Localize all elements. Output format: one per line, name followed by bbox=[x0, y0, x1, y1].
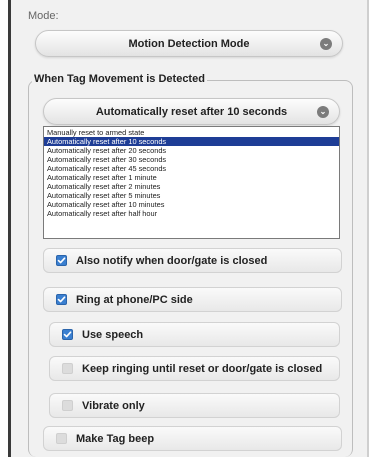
dropdown-option[interactable]: Automatically reset after 10 seconds bbox=[44, 137, 339, 146]
dropdown-option[interactable]: Automatically reset after 30 seconds bbox=[44, 155, 339, 164]
checkbox[interactable] bbox=[56, 433, 67, 444]
keep-ringing-checkbox-row[interactable]: Keep ringing until reset or door/gate is… bbox=[49, 356, 340, 381]
mode-label: Mode: bbox=[28, 10, 59, 22]
checkbox[interactable] bbox=[62, 400, 73, 411]
dropdown-option[interactable]: Automatically reset after 1 minute bbox=[44, 173, 339, 182]
ring-phone-label: Ring at phone/PC side bbox=[76, 293, 193, 306]
reset-options-dropdown[interactable]: Manually reset to armed state Automatical… bbox=[43, 126, 340, 239]
dropdown-option[interactable]: Automatically reset after half hour bbox=[44, 209, 339, 218]
dropdown-option[interactable]: Automatically reset after 2 minutes bbox=[44, 182, 339, 191]
mode-select-value: Motion Detection Mode bbox=[128, 37, 250, 50]
checkmark-icon bbox=[63, 331, 72, 338]
notify-closed-label: Also notify when door/gate is closed bbox=[76, 254, 268, 267]
tag-beep-checkbox-row[interactable]: Make Tag beep bbox=[43, 426, 342, 451]
chevron-down-icon: ⌄ bbox=[320, 37, 332, 50]
tag-movement-legend: When Tag Movement is Detected bbox=[32, 73, 207, 85]
use-speech-label: Use speech bbox=[82, 328, 144, 341]
vibrate-only-checkbox-row[interactable]: Vibrate only bbox=[49, 393, 340, 418]
mode-select[interactable]: Motion Detection Mode ⌄ bbox=[35, 30, 343, 57]
reset-mode-select-value: Automatically reset after 10 seconds bbox=[95, 105, 288, 118]
keep-ringing-label: Keep ringing until reset or door/gate is… bbox=[82, 362, 323, 375]
dropdown-option[interactable]: Manually reset to armed state bbox=[44, 128, 339, 137]
dropdown-option[interactable]: Automatically reset after 5 minutes bbox=[44, 191, 339, 200]
tag-beep-label: Make Tag beep bbox=[76, 432, 155, 445]
checkmark-icon bbox=[57, 296, 66, 303]
checkbox[interactable] bbox=[56, 294, 67, 305]
checkmark-icon bbox=[57, 257, 66, 264]
dropdown-option[interactable]: Automatically reset after 20 seconds bbox=[44, 146, 339, 155]
notify-closed-checkbox-row[interactable]: Also notify when door/gate is closed bbox=[43, 248, 342, 273]
dropdown-option[interactable]: Automatically reset after 45 seconds bbox=[44, 164, 339, 173]
checkbox[interactable] bbox=[62, 329, 73, 340]
vibrate-only-label: Vibrate only bbox=[82, 399, 145, 412]
reset-mode-select[interactable]: Automatically reset after 10 seconds ⌄ bbox=[43, 98, 340, 125]
dropdown-option[interactable]: Automatically reset after 10 minutes bbox=[44, 200, 339, 209]
chevron-down-icon: ⌄ bbox=[317, 105, 329, 118]
use-speech-checkbox-row[interactable]: Use speech bbox=[49, 322, 340, 347]
checkbox[interactable] bbox=[56, 255, 67, 266]
ring-phone-checkbox-row[interactable]: Ring at phone/PC side bbox=[43, 287, 342, 312]
checkbox[interactable] bbox=[62, 363, 73, 374]
